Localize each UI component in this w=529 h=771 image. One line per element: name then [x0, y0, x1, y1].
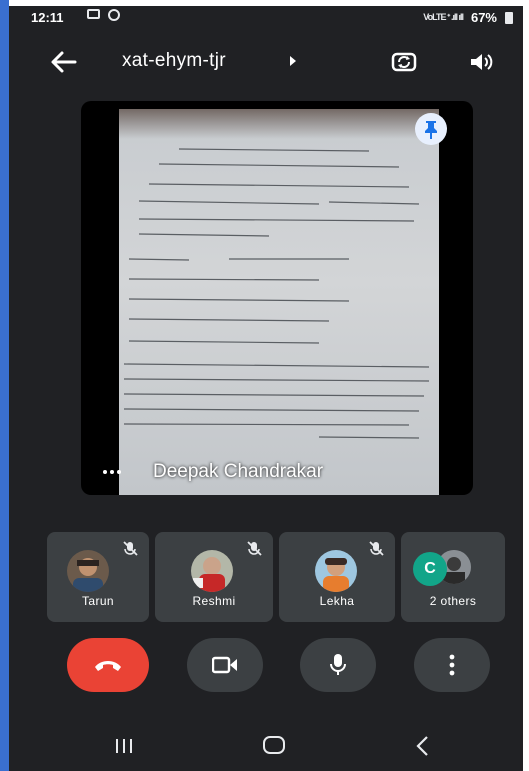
shared-document-video [119, 109, 439, 495]
paper-shadow [119, 109, 439, 139]
video-camera-icon [212, 656, 237, 674]
phone-screen: 12:11 VoLTE ᐩ .ıll ıll 67% xat-ehym-tjr [9, 6, 523, 771]
participant-name: Lekha [319, 594, 355, 608]
more-horizontal-icon[interactable] [103, 470, 121, 474]
initial-avatar: C [413, 552, 447, 586]
participant-tile[interactable]: Reshmi [155, 532, 273, 622]
status-right-group: VoLTE ᐩ .ıll ıll 67% [423, 10, 513, 25]
battery-icon [505, 11, 513, 24]
phone-hangup-icon [95, 661, 121, 671]
signal-icon: VoLTE ᐩ .ıll ıll [423, 12, 464, 22]
circle-notification-icon [108, 9, 120, 21]
participant-name: Reshmi [192, 594, 236, 608]
participant-name: Tarun [81, 594, 115, 608]
avatar [67, 550, 109, 592]
participant-tile[interactable]: Tarun [47, 532, 149, 622]
pin-button[interactable] [415, 113, 447, 145]
person-photo [323, 558, 349, 592]
main-video-tile[interactable] [81, 101, 473, 495]
avatar [315, 550, 357, 592]
arrow-left-icon[interactable] [49, 48, 79, 76]
home-icon[interactable] [263, 736, 285, 754]
end-call-button[interactable] [67, 638, 149, 692]
switch-camera-icon[interactable] [391, 49, 417, 75]
caret-right-icon[interactable] [290, 56, 296, 66]
participant-tile[interactable]: Lekha [279, 532, 395, 622]
more-options-button[interactable] [414, 638, 490, 692]
status-notification-icons [87, 9, 120, 21]
mic-off-icon [123, 541, 138, 556]
document-text-lines [123, 148, 430, 439]
meeting-top-bar: xat-ehym-tjr [9, 44, 523, 84]
gallery-notification-icon [87, 9, 100, 19]
recent-apps-icon[interactable] [113, 738, 135, 754]
mic-toggle-button[interactable] [300, 638, 376, 692]
avatar [191, 550, 233, 592]
mic-off-icon [247, 541, 262, 556]
system-nav-bar [9, 718, 523, 771]
person-photo [73, 558, 103, 592]
speaker-name: Deepak Chandrakar [153, 461, 324, 482]
participant-name: 2 others [429, 594, 477, 608]
battery-percentage: 67% [470, 10, 497, 25]
participant-tile-others[interactable]: C 2 others [401, 532, 505, 622]
microphone-icon [330, 654, 346, 675]
speaker-icon[interactable] [468, 49, 494, 75]
mic-off-icon [369, 541, 384, 556]
main-tile-overlay: Deepak Chandrakar [81, 456, 473, 495]
camera-toggle-button[interactable] [187, 638, 263, 692]
meeting-code-title[interactable]: xat-ehym-tjr [122, 50, 226, 72]
person-photo [193, 557, 225, 592]
left-edge-strip [0, 0, 9, 771]
pin-icon [425, 121, 437, 139]
status-time: 12:11 [31, 10, 64, 25]
more-vertical-icon [449, 654, 455, 676]
nav-back-icon[interactable] [413, 734, 433, 758]
status-bar: 12:11 VoLTE ᐩ .ıll ıll 67% [9, 6, 523, 30]
